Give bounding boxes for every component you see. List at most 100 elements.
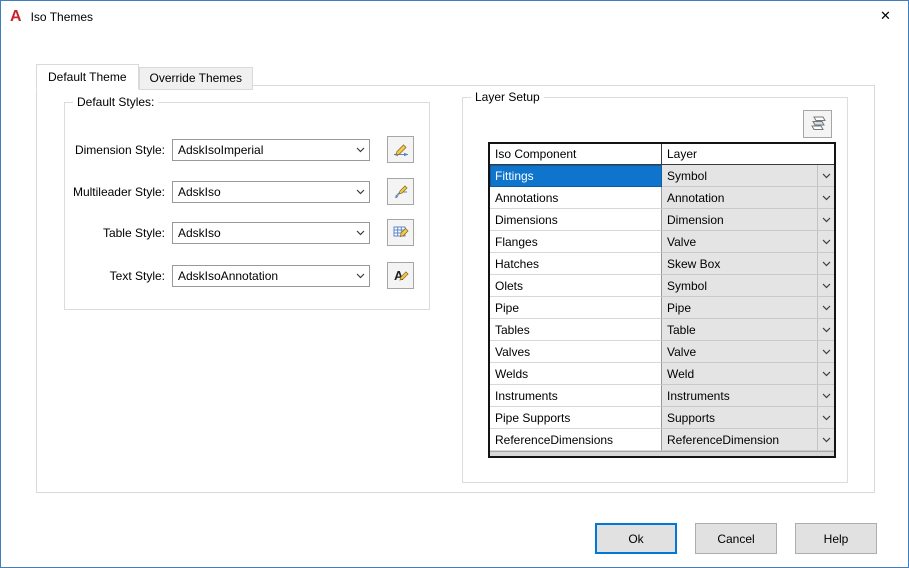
layer-dropdown-cell[interactable]: Skew Box — [662, 253, 834, 275]
iso-themes-dialog: A Iso Themes ✕ Default Theme Override Th… — [0, 0, 909, 568]
layer-dropdown-cell[interactable]: ReferenceDimension — [662, 429, 834, 451]
component-cell[interactable]: ReferenceDimensions — [490, 429, 662, 451]
text-style-dropdown[interactable]: AdskIsoAnnotation — [172, 265, 370, 287]
layer-dropdown-cell[interactable]: Instruments — [662, 385, 834, 407]
layer-dropdown-cell[interactable]: Valve — [662, 341, 834, 363]
edit-table-style-button[interactable] — [387, 219, 414, 246]
chevron-down-icon[interactable] — [817, 231, 834, 252]
table-style-label: Table Style: — [71, 226, 165, 240]
chevron-down-icon[interactable] — [817, 429, 834, 450]
table-style-value: AdskIso — [173, 226, 352, 240]
title-bar: A Iso Themes ✕ — [1, 1, 908, 32]
table-style-field: Table Style: AdskIso — [71, 219, 414, 246]
edit-multileader-style-button[interactable] — [387, 178, 414, 205]
component-cell[interactable]: Pipe — [490, 297, 662, 319]
multileader-style-label: Multileader Style: — [71, 185, 165, 199]
table-row: Pipe Supports Supports — [490, 407, 834, 429]
component-cell[interactable]: Annotations — [490, 187, 662, 209]
table-style-dropdown[interactable]: AdskIso — [172, 222, 370, 244]
tab-strip: Default Theme Override Themes — [36, 63, 253, 89]
chevron-down-icon[interactable] — [352, 147, 369, 153]
tab-override-themes[interactable]: Override Themes — [139, 67, 253, 90]
table-row: Pipe Pipe — [490, 297, 834, 319]
component-cell[interactable]: Valves — [490, 341, 662, 363]
window-title: Iso Themes — [31, 10, 93, 24]
help-button[interactable]: Help — [795, 523, 877, 554]
multileader-style-dropdown[interactable]: AdskIso — [172, 181, 370, 203]
dimension-style-value: AdskIsoImperial — [173, 143, 352, 157]
layer-dropdown-cell[interactable]: Symbol — [662, 165, 834, 187]
default-theme-tab-page: Default Styles: Dimension Style: AdskIso… — [36, 85, 875, 493]
table-row: Fittings Symbol — [490, 165, 834, 187]
layer-setup-group-label: Layer Setup — [471, 90, 544, 104]
table-style-icon — [392, 224, 410, 241]
component-cell[interactable]: Olets — [490, 275, 662, 297]
autocad-logo-icon: A — [10, 9, 22, 25]
component-cell[interactable]: Hatches — [490, 253, 662, 275]
table-row: Tables Table — [490, 319, 834, 341]
component-cell[interactable]: Tables — [490, 319, 662, 341]
chevron-down-icon[interactable] — [817, 165, 834, 186]
component-cell[interactable]: Flanges — [490, 231, 662, 253]
layer-dropdown-cell[interactable]: Pipe — [662, 297, 834, 319]
chevron-down-icon[interactable] — [352, 189, 369, 195]
layer-dropdown-cell[interactable]: Annotation — [662, 187, 834, 209]
chevron-down-icon[interactable] — [817, 319, 834, 340]
table-row: Dimensions Dimension — [490, 209, 834, 231]
layer-settings-button[interactable] — [803, 110, 832, 138]
chevron-down-icon[interactable] — [817, 253, 834, 274]
component-cell[interactable]: Instruments — [490, 385, 662, 407]
layer-dropdown-cell[interactable]: Valve — [662, 231, 834, 253]
dimension-style-dropdown[interactable]: AdskIsoImperial — [172, 139, 370, 161]
chevron-down-icon[interactable] — [817, 341, 834, 362]
default-styles-group: Default Styles: Dimension Style: AdskIso… — [64, 102, 430, 310]
layer-dropdown-cell[interactable]: Weld — [662, 363, 834, 385]
chevron-down-icon[interactable] — [817, 297, 834, 318]
dimension-style-label: Dimension Style: — [71, 143, 165, 157]
cancel-button[interactable]: Cancel — [695, 523, 777, 554]
layer-setup-group: Layer Setup Iso Component Layer Fittings… — [462, 97, 848, 483]
dimension-style-icon — [392, 141, 410, 158]
chevron-down-icon[interactable] — [817, 187, 834, 208]
component-cell[interactable]: Pipe Supports — [490, 407, 662, 429]
chevron-down-icon[interactable] — [817, 275, 834, 296]
close-icon: ✕ — [880, 8, 891, 24]
table-row: Olets Symbol — [490, 275, 834, 297]
tab-default-theme[interactable]: Default Theme — [36, 64, 139, 90]
table-row: Instruments Instruments — [490, 385, 834, 407]
component-cell[interactable]: Fittings — [490, 165, 662, 187]
text-style-value: AdskIsoAnnotation — [173, 269, 352, 283]
text-style-field: Text Style: AdskIsoAnnotation A — [71, 262, 414, 289]
layer-table: Iso Component Layer Fittings Symbol Anno… — [488, 142, 836, 458]
edit-dimension-style-button[interactable] — [387, 136, 414, 163]
layer-dropdown-cell[interactable]: Table — [662, 319, 834, 341]
table-row: Flanges Valve — [490, 231, 834, 253]
layer-dropdown-cell[interactable]: Dimension — [662, 209, 834, 231]
table-row: Valves Valve — [490, 341, 834, 363]
multileader-style-icon — [392, 183, 410, 200]
ok-button[interactable]: Ok — [595, 523, 677, 554]
text-style-icon: A — [392, 267, 410, 284]
layer-dropdown-cell[interactable]: Supports — [662, 407, 834, 429]
multileader-style-value: AdskIso — [173, 185, 352, 199]
column-header-layer: Layer — [662, 144, 834, 164]
table-row: Annotations Annotation — [490, 187, 834, 209]
chevron-down-icon[interactable] — [352, 230, 369, 236]
chevron-down-icon[interactable] — [817, 209, 834, 230]
chevron-down-icon[interactable] — [817, 363, 834, 384]
chevron-down-icon[interactable] — [817, 407, 834, 428]
edit-text-style-button[interactable]: A — [387, 262, 414, 289]
layer-dropdown-cell[interactable]: Symbol — [662, 275, 834, 297]
table-row: Welds Weld — [490, 363, 834, 385]
layer-table-header: Iso Component Layer — [490, 144, 834, 165]
column-header-iso-component: Iso Component — [490, 144, 662, 164]
table-row: Hatches Skew Box — [490, 253, 834, 275]
close-button[interactable]: ✕ — [863, 1, 908, 31]
component-cell[interactable]: Dimensions — [490, 209, 662, 231]
chevron-down-icon[interactable] — [352, 273, 369, 279]
component-cell[interactable]: Welds — [490, 363, 662, 385]
default-styles-group-label: Default Styles: — [73, 95, 158, 109]
table-filler — [490, 451, 834, 456]
dimension-style-field: Dimension Style: AdskIsoImperial — [71, 136, 414, 163]
chevron-down-icon[interactable] — [817, 385, 834, 406]
